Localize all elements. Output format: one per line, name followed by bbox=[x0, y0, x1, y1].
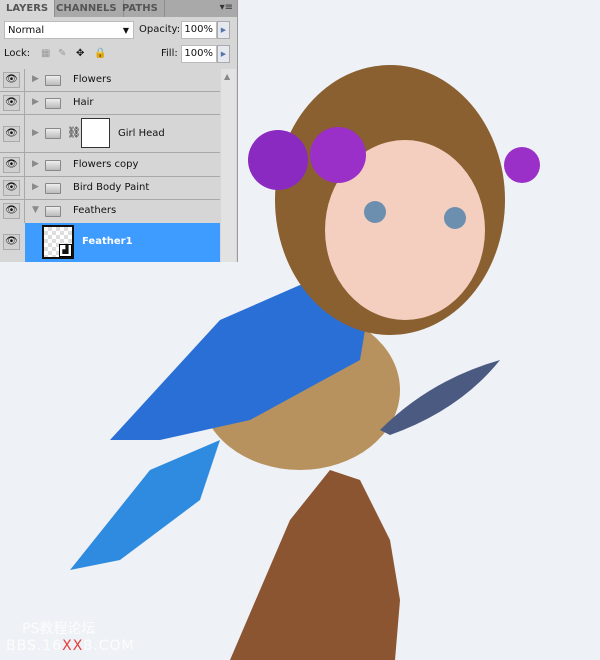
layer-row-bird-body-paint[interactable]: 👁 ▶ Bird Body Paint bbox=[0, 177, 220, 200]
expand-triangle-icon[interactable]: ▶ bbox=[32, 182, 39, 192]
blend-mode-select[interactable]: Normal ▼ bbox=[4, 21, 134, 39]
link-chain-icon[interactable]: ⛓ bbox=[67, 126, 81, 139]
layer-name: Feathers bbox=[73, 205, 117, 216]
tab-channels[interactable]: CHANNELS bbox=[50, 0, 124, 17]
lock-label: Lock: bbox=[4, 48, 31, 59]
layer-name: Hair bbox=[73, 97, 94, 108]
blend-mode-value: Normal bbox=[8, 25, 45, 36]
fill-label: Fill: bbox=[161, 48, 178, 59]
eye-icon[interactable]: 👁 bbox=[3, 234, 20, 250]
wood-perch bbox=[230, 470, 400, 660]
eye-icon[interactable]: 👁 bbox=[3, 203, 20, 219]
opacity-input[interactable]: 100% bbox=[181, 21, 217, 39]
layer-row-feather1[interactable]: 👁 ▟ Feather1 bbox=[0, 223, 220, 262]
layer-row-girl-head[interactable]: 👁 ▶ ⛓ Girl Head bbox=[0, 115, 220, 153]
layers-panel: LAYERS CHANNELS PATHS ▾≡ Normal ▼ Opacity… bbox=[0, 0, 238, 262]
eye-icon[interactable]: 👁 bbox=[3, 126, 20, 142]
watermark-text: BBS.16 bbox=[6, 638, 63, 654]
lock-position-icon[interactable]: ✥ bbox=[76, 45, 84, 63]
eye-icon[interactable]: 👁 bbox=[3, 95, 20, 111]
lock-all-icon[interactable]: 🔒 bbox=[94, 45, 106, 63]
watermark-text-red: XX bbox=[62, 638, 84, 654]
layer-row-flowers[interactable]: 👁 ▶ Flowers bbox=[0, 69, 220, 92]
fill-input[interactable]: 100% bbox=[181, 45, 217, 63]
tab-layers[interactable]: LAYERS bbox=[0, 0, 56, 17]
layer-name: Girl Head bbox=[118, 128, 165, 139]
flower bbox=[310, 127, 366, 183]
eye-icon[interactable]: 👁 bbox=[3, 180, 20, 196]
lock-transparency-icon[interactable]: ▦ bbox=[41, 45, 50, 63]
folder-icon bbox=[45, 160, 61, 171]
layer-row-feathers[interactable]: 👁 ▼ Feathers bbox=[0, 200, 220, 223]
folder-icon bbox=[45, 128, 61, 139]
flower bbox=[248, 130, 308, 190]
layer-mask-thumbnail[interactable] bbox=[81, 118, 110, 148]
scroll-up-arrow-icon[interactable]: ▲ bbox=[224, 72, 230, 81]
lock-pixels-brush-icon[interactable]: ✎ bbox=[58, 45, 66, 63]
layer-name: Flowers copy bbox=[73, 159, 139, 170]
watermark-line1: PS教程论坛 bbox=[22, 621, 96, 637]
expand-triangle-icon[interactable]: ▶ bbox=[32, 97, 39, 107]
expand-triangle-icon[interactable]: ▶ bbox=[32, 128, 39, 138]
layers-scrollbar[interactable]: ▲ bbox=[221, 69, 236, 262]
eye-icon[interactable]: 👁 bbox=[3, 157, 20, 173]
folder-icon bbox=[45, 98, 61, 109]
fill-slider-button[interactable]: ▶ bbox=[217, 45, 230, 63]
panel-tabs: LAYERS CHANNELS PATHS ▾≡ bbox=[0, 0, 237, 17]
folder-icon bbox=[45, 206, 61, 217]
tab-paths[interactable]: PATHS bbox=[116, 0, 165, 17]
opacity-slider-button[interactable]: ▶ bbox=[217, 21, 230, 39]
expand-triangle-icon[interactable]: ▶ bbox=[32, 74, 39, 84]
layer-row-flowers-copy[interactable]: 👁 ▶ Flowers copy bbox=[0, 153, 220, 177]
watermark-text: 8.COM bbox=[83, 638, 135, 654]
selected-layer-highlight: ▟ Feather1 bbox=[25, 223, 220, 262]
panel-menu-icon[interactable]: ▾≡ bbox=[220, 2, 233, 13]
watermark-line2: BBS.16XX8.COM bbox=[6, 638, 135, 654]
flower bbox=[504, 147, 540, 183]
layer-name: Flowers bbox=[73, 74, 112, 85]
collapse-triangle-icon[interactable]: ▼ bbox=[32, 205, 39, 215]
folder-icon bbox=[45, 183, 61, 194]
smart-object-thumbnail[interactable]: ▟ bbox=[42, 225, 74, 259]
bird-tail bbox=[70, 440, 220, 570]
eye-icon[interactable]: 👁 bbox=[3, 72, 20, 88]
opacity-label: Opacity: bbox=[139, 24, 181, 35]
layer-row-hair[interactable]: 👁 ▶ Hair bbox=[0, 92, 220, 115]
layer-name: Bird Body Paint bbox=[73, 182, 150, 193]
layer-name: Feather1 bbox=[82, 236, 133, 247]
folder-icon bbox=[45, 75, 61, 86]
smart-object-icon: ▟ bbox=[59, 244, 72, 257]
expand-triangle-icon[interactable]: ▶ bbox=[32, 159, 39, 169]
chevron-down-icon: ▼ bbox=[122, 26, 129, 35]
layers-list: 👁 ▶ Flowers 👁 ▶ Hair 👁 ▶ ⛓ Girl Head 👁 ▶… bbox=[0, 69, 220, 262]
